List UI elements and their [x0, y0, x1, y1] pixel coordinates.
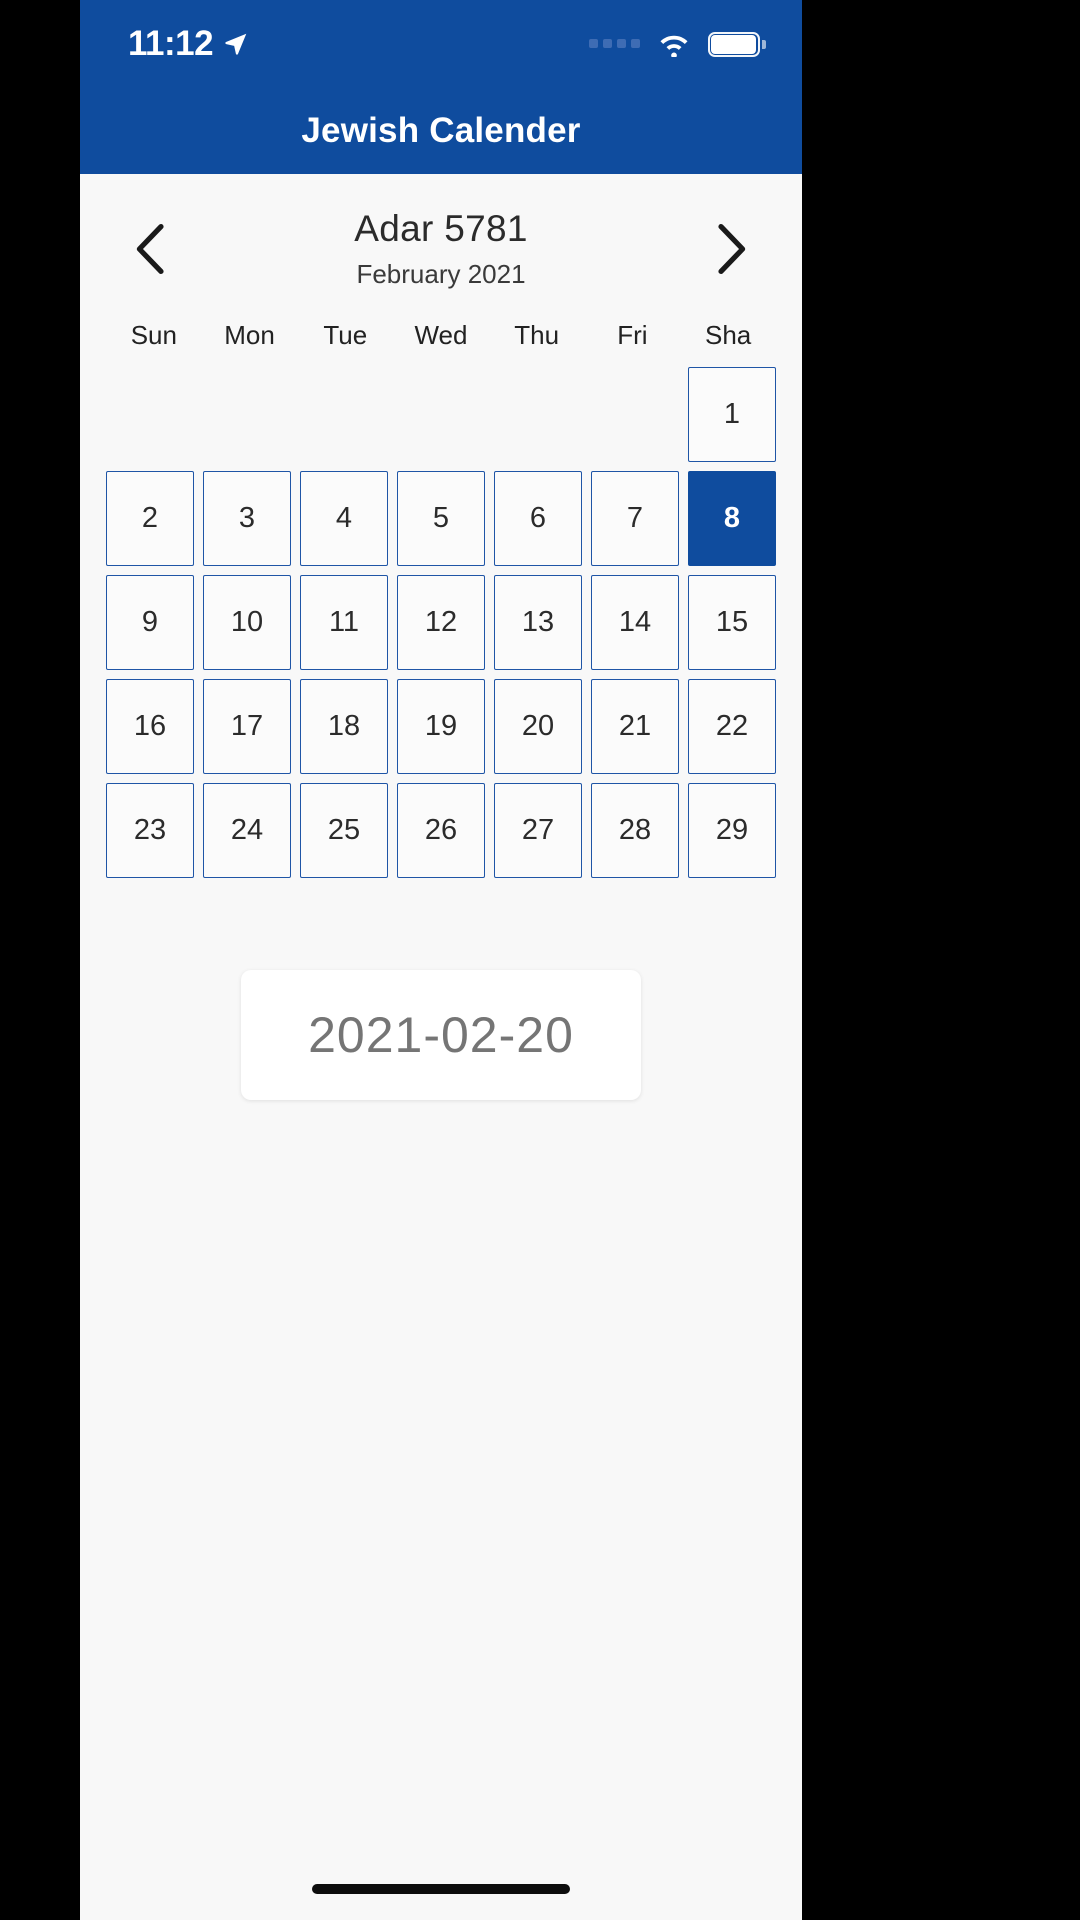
calendar-day-cell-1[interactable]: 1: [688, 367, 776, 462]
previous-month-button[interactable]: [116, 214, 186, 284]
weekday-header-fri: Fri: [617, 320, 648, 350]
calendar-cell-empty: [300, 367, 388, 462]
calendar-day-cell-20[interactable]: 20: [494, 679, 582, 774]
status-bar-left: 11:12: [128, 24, 249, 64]
status-bar: 11:12: [80, 0, 802, 88]
selected-date-card[interactable]: 2021-02-20: [241, 970, 641, 1100]
calendar-day-cell-3[interactable]: 3: [203, 471, 291, 566]
calendar-day-cell-6[interactable]: 6: [494, 471, 582, 566]
hebrew-month-label: Adar 5781: [354, 208, 528, 249]
calendar-day-cell-22[interactable]: 22: [688, 679, 776, 774]
calendar-day-cell-2[interactable]: 2: [106, 471, 194, 566]
calendar-day-cell-10[interactable]: 10: [203, 575, 291, 670]
weekday-header-mon: Mon: [224, 320, 275, 350]
home-indicator: [312, 1884, 570, 1894]
calendar-day-cell-25[interactable]: 25: [300, 783, 388, 878]
calendar-day-cell-27[interactable]: 27: [494, 783, 582, 878]
calendar-day-cell-19[interactable]: 19: [397, 679, 485, 774]
phone-screen: 11:12 Jewish Calender Adar 5781 February…: [80, 0, 802, 1920]
calendar-cell-empty: [397, 367, 485, 462]
location-arrow-icon: [223, 31, 249, 57]
calendar-day-cell-24[interactable]: 24: [203, 783, 291, 878]
gregorian-month-label: February 2021: [356, 259, 526, 289]
calendar-day-cell-23[interactable]: 23: [106, 783, 194, 878]
page-title: Jewish Calender: [301, 111, 581, 150]
selected-date-card-wrapper: 2021-02-20: [80, 970, 802, 1100]
calendar-day-cell-29[interactable]: 29: [688, 783, 776, 878]
calendar-day-cell-8[interactable]: 8: [688, 471, 776, 566]
calendar-grid: 1 2 3 4 5 6 7 8 9 10 11 12 13 14 15 16 17 18 19 20 21 22 23 24 2…: [80, 367, 802, 878]
weekday-header-sha: Sha: [705, 320, 752, 350]
wifi-icon: [656, 31, 692, 57]
calendar-day-cell-4[interactable]: 4: [300, 471, 388, 566]
calendar-day-cell-26[interactable]: 26: [397, 783, 485, 878]
calendar-screen: Adar 5781 February 2021 Sun Mon Tue Wed Thu F…: [80, 174, 802, 1920]
calendar-day-cell-13[interactable]: 13: [494, 575, 582, 670]
calendar-day-cell-17[interactable]: 17: [203, 679, 291, 774]
month-label-block: Adar 5781 February 2021: [186, 208, 696, 290]
status-bar-clock: 11:12: [128, 24, 214, 63]
calendar-day-cell-5[interactable]: 5: [397, 471, 485, 566]
calendar-cell-empty: [494, 367, 582, 462]
weekday-header-wed: Wed: [414, 320, 468, 350]
weekday-header-tue: Tue: [323, 320, 368, 350]
weekday-header-thu: Thu: [514, 320, 560, 350]
calendar-day-cell-16[interactable]: 16: [106, 679, 194, 774]
calendar-cell-empty: [106, 367, 194, 462]
calendar-day-cell-9[interactable]: 9: [106, 575, 194, 670]
calendar-header: Adar 5781 February 2021: [80, 174, 802, 290]
calendar-day-cell-11[interactable]: 11: [300, 575, 388, 670]
weekday-header-row: Sun Mon Tue Wed Thu Fri Sha: [80, 320, 802, 351]
calendar-day-cell-21[interactable]: 21: [591, 679, 679, 774]
selected-date-value: 2021-02-20: [308, 1007, 574, 1063]
cellular-signal-icon: [589, 38, 640, 50]
calendar-day-cell-14[interactable]: 14: [591, 575, 679, 670]
status-bar-right: [589, 31, 766, 57]
battery-full-icon: [708, 31, 766, 57]
calendar-day-cell-15[interactable]: 15: [688, 575, 776, 670]
calendar-cell-empty: [591, 367, 679, 462]
calendar-day-cell-12[interactable]: 12: [397, 575, 485, 670]
calendar-day-cell-28[interactable]: 28: [591, 783, 679, 878]
next-month-button[interactable]: [696, 214, 766, 284]
calendar-day-cell-18[interactable]: 18: [300, 679, 388, 774]
calendar-cell-empty: [203, 367, 291, 462]
app-bar: Jewish Calender: [80, 88, 802, 174]
calendar-day-cell-7[interactable]: 7: [591, 471, 679, 566]
weekday-header-sun: Sun: [130, 320, 177, 350]
